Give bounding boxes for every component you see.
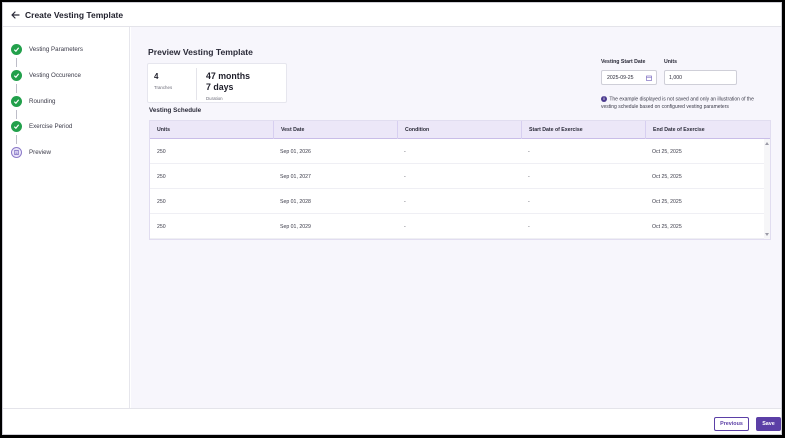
vesting-schedule-table: Units Vest Date Condition Start Date of … [149, 120, 771, 240]
table-row: 250 Sep 01, 2026 - - Oct 25, 2025 [150, 139, 764, 164]
column-header-vest-date[interactable]: Vest Date [273, 121, 397, 139]
tranches-label: Tranches [154, 85, 173, 90]
cell-condition: - [404, 198, 406, 205]
scroll-up-icon[interactable] [765, 142, 769, 145]
cell-vest-date: Sep 01, 2029 [280, 223, 311, 230]
column-header-units[interactable]: Units [150, 121, 273, 139]
table-row: 250 Sep 01, 2029 - - Oct 25, 2025 [150, 214, 764, 239]
start-date-label: Vesting Start Date [601, 59, 646, 65]
step-exercise-period[interactable]: Exercise Period [11, 120, 72, 132]
table-header: Units Vest Date Condition Start Date of … [150, 121, 770, 139]
column-header-condition[interactable]: Condition [397, 121, 521, 139]
column-header-start-date[interactable]: Start Date of Exercise [521, 121, 645, 139]
cell-vest-date: Sep 01, 2027 [280, 173, 311, 180]
duration-value: 47 months 7 days [206, 71, 250, 93]
table-row: 250 Sep 01, 2027 - - Oct 25, 2025 [150, 164, 764, 189]
step-label: Preview [29, 148, 52, 156]
info-note: i The example displayed is not saved and… [601, 96, 771, 111]
footer-bar: Previous Save [3, 408, 781, 434]
save-button[interactable]: Save [756, 417, 781, 431]
step-vesting-occurence[interactable]: Vesting Occurence [11, 69, 81, 81]
cell-start-date: - [528, 223, 530, 230]
cell-start-date: - [528, 148, 530, 155]
info-text: The example displayed is not saved and o… [601, 96, 754, 110]
cell-end-date: Oct 25, 2025 [652, 198, 682, 205]
units-value: 1,000 [669, 74, 682, 81]
cell-vest-date: Sep 01, 2028 [280, 198, 311, 205]
duration-days: 7 days [206, 82, 234, 92]
step-label: Exercise Period [29, 122, 73, 130]
cell-condition: - [404, 173, 406, 180]
check-circle-icon [11, 120, 22, 132]
scroll-down-icon[interactable] [765, 233, 769, 236]
step-label: Rounding [29, 97, 56, 105]
step-rounding[interactable]: Rounding [11, 95, 56, 107]
duration-label: Duration [206, 96, 223, 101]
start-date-input[interactable]: 2025-09-25 [601, 70, 657, 85]
app-window: Create Vesting Template Vesting Paramete… [2, 2, 782, 435]
cell-end-date: Oct 25, 2025 [652, 173, 682, 180]
cell-units: 250 [157, 148, 166, 155]
check-circle-icon [11, 43, 22, 55]
column-header-end-date[interactable]: End Date of Exercise [645, 121, 770, 139]
schedule-title: Vesting Schedule [149, 107, 202, 114]
step-vesting-parameters[interactable]: Vesting Parameters [11, 43, 83, 55]
clipboard-icon [11, 146, 22, 158]
cell-vest-date: Sep 01, 2026 [280, 148, 311, 155]
arrow-left-icon[interactable] [10, 10, 20, 20]
previous-button[interactable]: Previous [714, 417, 749, 431]
main-content: Preview Vesting Template 4 Tranches 47 m… [131, 27, 781, 408]
units-input[interactable]: 1,000 [664, 70, 737, 85]
cell-condition: - [404, 148, 406, 155]
cell-start-date: - [528, 198, 530, 205]
step-label: Vesting Occurence [29, 71, 81, 79]
tranches-value: 4 [154, 72, 159, 81]
step-connector [16, 84, 17, 93]
step-label: Vesting Parameters [29, 45, 83, 53]
preview-title: Preview Vesting Template [148, 47, 253, 57]
cell-condition: - [404, 223, 406, 230]
step-connector [16, 110, 17, 119]
check-circle-icon [11, 95, 22, 107]
start-date-value: 2025-09-25 [607, 74, 634, 81]
cell-start-date: - [528, 173, 530, 180]
cell-units: 250 [157, 198, 166, 205]
page-header: Create Vesting Template [3, 3, 781, 27]
calendar-icon[interactable] [646, 75, 652, 81]
cell-end-date: Oct 25, 2025 [652, 223, 682, 230]
table-scrollbar[interactable] [764, 139, 770, 239]
info-icon: i [601, 96, 607, 102]
cell-end-date: Oct 25, 2025 [652, 148, 682, 155]
step-preview[interactable]: Preview [11, 146, 51, 158]
stepper-sidebar: Vesting Parameters Vesting Occurence Rou… [3, 27, 130, 408]
summary-card: 4 Tranches 47 months 7 days Duration [147, 63, 287, 103]
divider [196, 68, 197, 100]
step-connector [16, 135, 17, 144]
table-row: 250 Sep 01, 2028 - - Oct 25, 2025 [150, 189, 764, 214]
duration-months: 47 months [206, 71, 250, 81]
cell-units: 250 [157, 223, 166, 230]
units-label: Units [664, 59, 677, 65]
page-title: Create Vesting Template [25, 9, 124, 20]
check-circle-icon [11, 69, 22, 81]
step-connector [16, 58, 17, 67]
cell-units: 250 [157, 173, 166, 180]
